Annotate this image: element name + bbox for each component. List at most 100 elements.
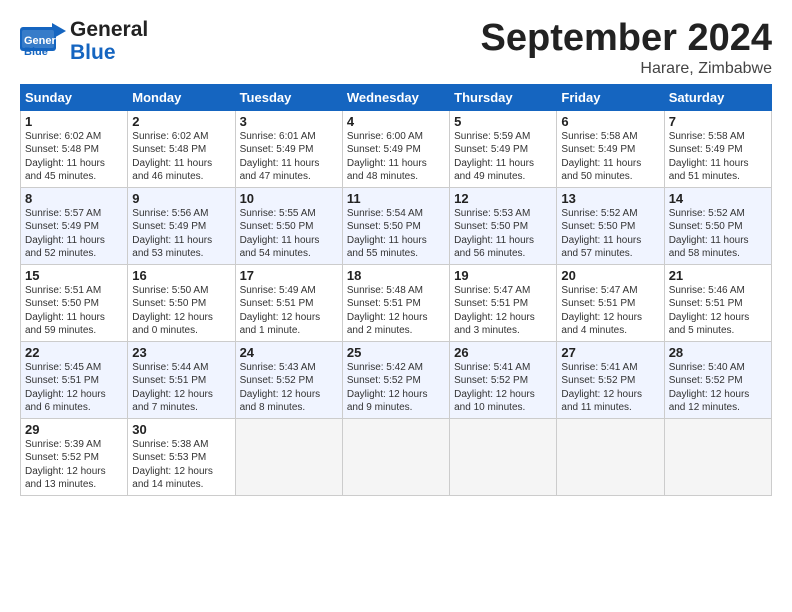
cell-info: Sunrise: 5:46 AM Sunset: 5:51 PM Dayligh… (669, 284, 767, 338)
cell-info: Sunrise: 6:00 AM Sunset: 5:49 PM Dayligh… (347, 130, 445, 184)
col-thursday: Thursday (450, 84, 557, 110)
cell-info: Sunrise: 5:59 AM Sunset: 5:49 PM Dayligh… (454, 130, 552, 184)
cell-info: Sunrise: 5:45 AM Sunset: 5:51 PM Dayligh… (25, 361, 123, 415)
calendar-cell: 27Sunrise: 5:41 AM Sunset: 5:52 PM Dayli… (557, 341, 664, 418)
calendar-cell: 25Sunrise: 5:42 AM Sunset: 5:52 PM Dayli… (342, 341, 449, 418)
calendar-cell: 1Sunrise: 6:02 AM Sunset: 5:48 PM Daylig… (21, 110, 128, 187)
day-number: 9 (132, 191, 230, 206)
calendar-cell: 6Sunrise: 5:58 AM Sunset: 5:49 PM Daylig… (557, 110, 664, 187)
col-wednesday: Wednesday (342, 84, 449, 110)
day-number: 20 (561, 268, 659, 283)
cell-info: Sunrise: 5:53 AM Sunset: 5:50 PM Dayligh… (454, 207, 552, 261)
day-number: 18 (347, 268, 445, 283)
cell-info: Sunrise: 5:40 AM Sunset: 5:52 PM Dayligh… (669, 361, 767, 415)
calendar-cell (450, 418, 557, 495)
cell-info: Sunrise: 5:52 AM Sunset: 5:50 PM Dayligh… (669, 207, 767, 261)
day-number: 8 (25, 191, 123, 206)
day-number: 24 (240, 345, 338, 360)
day-number: 7 (669, 114, 767, 129)
logo-icon: General Blue (20, 23, 66, 61)
logo-general: General (70, 18, 148, 41)
cell-info: Sunrise: 5:47 AM Sunset: 5:51 PM Dayligh… (561, 284, 659, 338)
cell-info: Sunrise: 5:42 AM Sunset: 5:52 PM Dayligh… (347, 361, 445, 415)
cell-info: Sunrise: 5:56 AM Sunset: 5:49 PM Dayligh… (132, 207, 230, 261)
day-number: 5 (454, 114, 552, 129)
week-row-2: 8Sunrise: 5:57 AM Sunset: 5:49 PM Daylig… (21, 187, 772, 264)
cell-info: Sunrise: 6:02 AM Sunset: 5:48 PM Dayligh… (132, 130, 230, 184)
calendar-cell (557, 418, 664, 495)
day-number: 25 (347, 345, 445, 360)
cell-info: Sunrise: 5:58 AM Sunset: 5:49 PM Dayligh… (561, 130, 659, 184)
calendar-cell (342, 418, 449, 495)
calendar-cell: 24Sunrise: 5:43 AM Sunset: 5:52 PM Dayli… (235, 341, 342, 418)
week-row-3: 15Sunrise: 5:51 AM Sunset: 5:50 PM Dayli… (21, 264, 772, 341)
day-number: 17 (240, 268, 338, 283)
day-number: 14 (669, 191, 767, 206)
calendar-table: Sunday Monday Tuesday Wednesday Thursday… (20, 84, 772, 496)
day-number: 16 (132, 268, 230, 283)
week-row-4: 22Sunrise: 5:45 AM Sunset: 5:51 PM Dayli… (21, 341, 772, 418)
day-number: 19 (454, 268, 552, 283)
col-tuesday: Tuesday (235, 84, 342, 110)
day-number: 28 (669, 345, 767, 360)
cell-info: Sunrise: 5:47 AM Sunset: 5:51 PM Dayligh… (454, 284, 552, 338)
cell-info: Sunrise: 5:41 AM Sunset: 5:52 PM Dayligh… (561, 361, 659, 415)
cell-info: Sunrise: 5:38 AM Sunset: 5:53 PM Dayligh… (132, 438, 230, 492)
calendar-cell: 17Sunrise: 5:49 AM Sunset: 5:51 PM Dayli… (235, 264, 342, 341)
calendar-cell: 21Sunrise: 5:46 AM Sunset: 5:51 PM Dayli… (664, 264, 771, 341)
day-number: 30 (132, 422, 230, 437)
calendar-cell: 9Sunrise: 5:56 AM Sunset: 5:49 PM Daylig… (128, 187, 235, 264)
calendar-cell: 30Sunrise: 5:38 AM Sunset: 5:53 PM Dayli… (128, 418, 235, 495)
day-number: 26 (454, 345, 552, 360)
cell-info: Sunrise: 5:43 AM Sunset: 5:52 PM Dayligh… (240, 361, 338, 415)
cell-info: Sunrise: 6:01 AM Sunset: 5:49 PM Dayligh… (240, 130, 338, 184)
cell-info: Sunrise: 5:51 AM Sunset: 5:50 PM Dayligh… (25, 284, 123, 338)
cell-info: Sunrise: 5:39 AM Sunset: 5:52 PM Dayligh… (25, 438, 123, 492)
calendar-cell (664, 418, 771, 495)
calendar-cell: 4Sunrise: 6:00 AM Sunset: 5:49 PM Daylig… (342, 110, 449, 187)
month-title: September 2024 (481, 18, 773, 60)
day-number: 6 (561, 114, 659, 129)
day-number: 2 (132, 114, 230, 129)
calendar-cell: 13Sunrise: 5:52 AM Sunset: 5:50 PM Dayli… (557, 187, 664, 264)
day-number: 1 (25, 114, 123, 129)
calendar-cell: 23Sunrise: 5:44 AM Sunset: 5:51 PM Dayli… (128, 341, 235, 418)
cell-info: Sunrise: 5:44 AM Sunset: 5:51 PM Dayligh… (132, 361, 230, 415)
cell-info: Sunrise: 5:58 AM Sunset: 5:49 PM Dayligh… (669, 130, 767, 184)
cell-info: Sunrise: 5:41 AM Sunset: 5:52 PM Dayligh… (454, 361, 552, 415)
day-number: 22 (25, 345, 123, 360)
day-number: 10 (240, 191, 338, 206)
day-number: 11 (347, 191, 445, 206)
calendar-cell: 19Sunrise: 5:47 AM Sunset: 5:51 PM Dayli… (450, 264, 557, 341)
col-friday: Friday (557, 84, 664, 110)
day-number: 12 (454, 191, 552, 206)
col-monday: Monday (128, 84, 235, 110)
day-number: 21 (669, 268, 767, 283)
calendar-cell: 8Sunrise: 5:57 AM Sunset: 5:49 PM Daylig… (21, 187, 128, 264)
logo-text-block: General Blue (70, 18, 148, 64)
logo: General Blue General Blue (20, 18, 148, 64)
calendar-cell: 26Sunrise: 5:41 AM Sunset: 5:52 PM Dayli… (450, 341, 557, 418)
day-number: 23 (132, 345, 230, 360)
calendar-cell: 22Sunrise: 5:45 AM Sunset: 5:51 PM Dayli… (21, 341, 128, 418)
calendar-cell: 10Sunrise: 5:55 AM Sunset: 5:50 PM Dayli… (235, 187, 342, 264)
cell-info: Sunrise: 5:54 AM Sunset: 5:50 PM Dayligh… (347, 207, 445, 261)
cell-info: Sunrise: 5:48 AM Sunset: 5:51 PM Dayligh… (347, 284, 445, 338)
day-number: 15 (25, 268, 123, 283)
calendar-cell: 14Sunrise: 5:52 AM Sunset: 5:50 PM Dayli… (664, 187, 771, 264)
calendar-cell: 2Sunrise: 6:02 AM Sunset: 5:48 PM Daylig… (128, 110, 235, 187)
svg-text:Blue: Blue (24, 46, 48, 58)
cell-info: Sunrise: 5:49 AM Sunset: 5:51 PM Dayligh… (240, 284, 338, 338)
day-number: 29 (25, 422, 123, 437)
day-number: 4 (347, 114, 445, 129)
calendar-cell: 11Sunrise: 5:54 AM Sunset: 5:50 PM Dayli… (342, 187, 449, 264)
cell-info: Sunrise: 5:57 AM Sunset: 5:49 PM Dayligh… (25, 207, 123, 261)
cell-info: Sunrise: 5:52 AM Sunset: 5:50 PM Dayligh… (561, 207, 659, 261)
calendar-cell: 15Sunrise: 5:51 AM Sunset: 5:50 PM Dayli… (21, 264, 128, 341)
calendar-cell (235, 418, 342, 495)
cell-info: Sunrise: 6:02 AM Sunset: 5:48 PM Dayligh… (25, 130, 123, 184)
calendar-cell: 28Sunrise: 5:40 AM Sunset: 5:52 PM Dayli… (664, 341, 771, 418)
subtitle: Harare, Zimbabwe (481, 60, 773, 78)
day-number: 3 (240, 114, 338, 129)
header-row: Sunday Monday Tuesday Wednesday Thursday… (21, 84, 772, 110)
